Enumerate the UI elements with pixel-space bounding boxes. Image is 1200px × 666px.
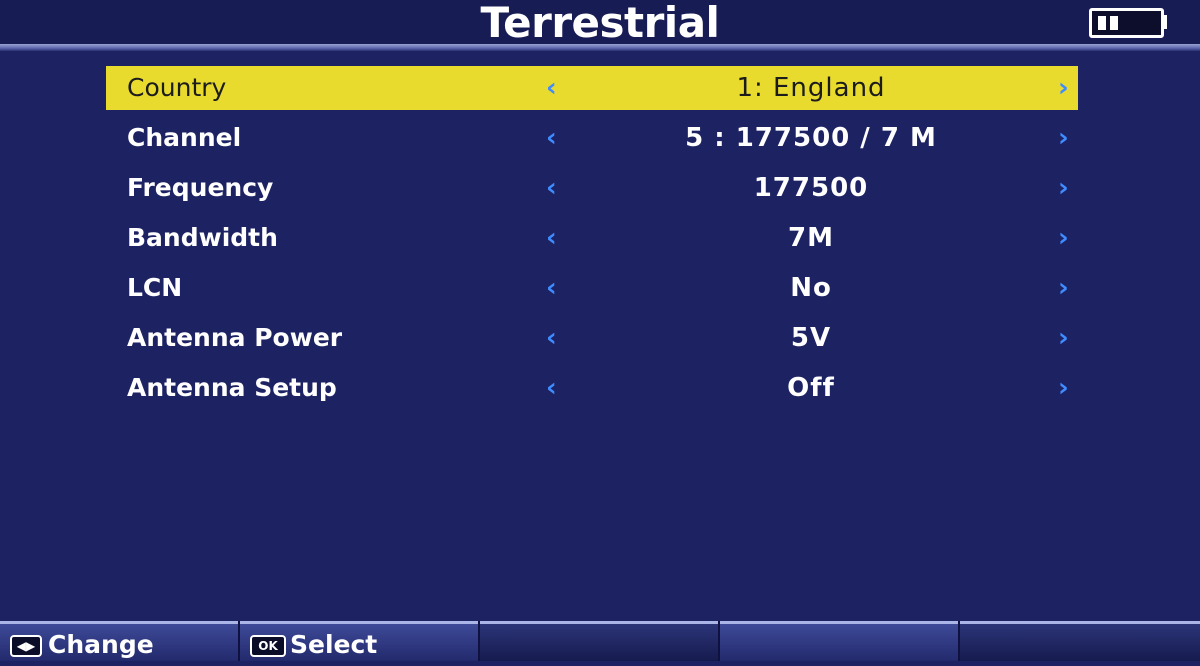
menu-row-label: Bandwidth	[127, 223, 278, 252]
footer-bar: ◀▶ Change OK Select	[0, 621, 1200, 661]
menu-row-label: Channel	[127, 123, 242, 152]
chevron-right-icon[interactable]: ›	[1058, 166, 1069, 210]
menu-row-lcn[interactable]: LCN ‹ No ›	[106, 266, 1078, 310]
battery-level-bar	[1110, 16, 1118, 30]
select-button[interactable]: OK Select	[240, 621, 478, 661]
chevron-left-icon[interactable]: ‹	[546, 366, 557, 410]
chevron-left-icon[interactable]: ‹	[546, 216, 557, 260]
chevron-left-icon[interactable]: ‹	[546, 166, 557, 210]
menu-row-label: Antenna Power	[127, 323, 343, 352]
chevron-right-icon[interactable]: ›	[1058, 266, 1069, 310]
menu-row-antenna-setup[interactable]: Antenna Setup ‹ Off ›	[106, 366, 1078, 410]
chevron-right-icon[interactable]: ›	[1058, 116, 1069, 160]
header-divider	[0, 44, 1200, 51]
left-right-arrows-icon: ◀▶	[10, 635, 42, 657]
menu-row-antenna-power[interactable]: Antenna Power ‹ 5V ›	[106, 316, 1078, 360]
battery-level-bar	[1098, 16, 1106, 30]
chevron-right-icon[interactable]: ›	[1058, 366, 1069, 410]
menu-row-frequency[interactable]: Frequency ‹ 177500 ›	[106, 166, 1078, 210]
menu-row-value: 5V	[790, 323, 832, 353]
menu-row-value: 5 : 177500 / 7 M	[685, 123, 937, 153]
chevron-left-icon[interactable]: ‹	[546, 316, 557, 360]
chevron-right-icon[interactable]: ›	[1058, 216, 1069, 260]
chevron-right-icon[interactable]: ›	[1058, 66, 1069, 110]
menu-row-label: Frequency	[127, 173, 274, 202]
footer-slot-empty	[480, 621, 718, 661]
menu-row-value: 1: England	[736, 73, 886, 103]
change-button[interactable]: ◀▶ Change	[0, 621, 238, 661]
menu-row-value: 177500	[753, 173, 869, 203]
select-label: Select	[290, 630, 378, 659]
change-label: Change	[48, 630, 154, 659]
menu-row-value: Off	[787, 373, 835, 403]
menu-row-channel[interactable]: Channel ‹ 5 : 177500 / 7 M ›	[106, 116, 1078, 160]
footer-slot-empty	[960, 621, 1200, 661]
menu-row-label: Antenna Setup	[127, 373, 337, 402]
chevron-left-icon[interactable]: ‹	[546, 66, 557, 110]
chevron-left-icon[interactable]: ‹	[546, 266, 557, 310]
menu-row-value: 7M	[788, 223, 834, 253]
page-title: Terrestrial	[480, 0, 720, 47]
footer-slot-empty	[720, 621, 958, 661]
battery-icon	[1089, 8, 1164, 38]
battery-tip	[1163, 15, 1167, 29]
header-bar: Terrestrial	[0, 0, 1200, 47]
menu-row-label: LCN	[127, 273, 183, 302]
menu-row-bandwidth[interactable]: Bandwidth ‹ 7M ›	[106, 216, 1078, 260]
chevron-right-icon[interactable]: ›	[1058, 316, 1069, 360]
menu-row-label: Country	[127, 73, 227, 102]
menu-row-value: No	[790, 273, 832, 303]
settings-list: Country ‹ 1: England › Channel ‹ 5 : 177…	[106, 66, 1078, 416]
menu-row-country[interactable]: Country ‹ 1: England ›	[106, 66, 1078, 110]
ok-key-icon: OK	[250, 635, 286, 657]
chevron-left-icon[interactable]: ‹	[546, 116, 557, 160]
